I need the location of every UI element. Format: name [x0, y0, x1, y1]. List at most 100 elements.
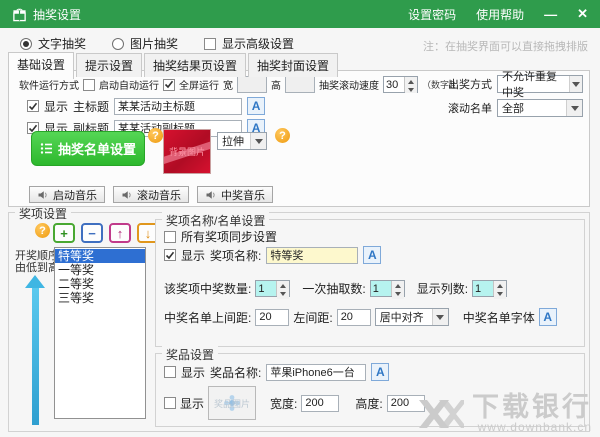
- draw-mode-select[interactable]: 不允许重复中奖: [497, 75, 583, 93]
- goods-height-input[interactable]: [387, 395, 425, 412]
- left-gap-label: 左间距:: [293, 309, 332, 326]
- left-gap-input[interactable]: [337, 309, 371, 326]
- spinner-down-icon[interactable]: [277, 290, 289, 299]
- minimize-icon[interactable]: —: [544, 7, 557, 22]
- scroll-speed-stepper[interactable]: 30: [383, 76, 418, 93]
- main-title-font-button[interactable]: A: [247, 97, 265, 115]
- close-icon[interactable]: ✕: [577, 6, 588, 22]
- spinner-up-icon[interactable]: [405, 77, 417, 86]
- image-mode-label: 图片抽奖: [130, 35, 178, 52]
- tab-basic[interactable]: 基础设置: [8, 52, 74, 79]
- show-label: 显示: [180, 395, 204, 412]
- stretch-mode-select[interactable]: 拉伸: [217, 132, 267, 150]
- lottery-settings-window: 抽奖设置 设置密码 使用帮助 — ✕ 文字抽奖 图片抽奖 显示高级设置 注：在抽…: [0, 0, 600, 437]
- show-prize-name-checkbox[interactable]: [164, 249, 176, 261]
- remove-prize-button[interactable]: −: [81, 223, 103, 243]
- spinner-up-icon[interactable]: [277, 281, 289, 290]
- draw-order-hint: 开奖顺序 由低到高: [15, 250, 59, 274]
- spinner-down-icon[interactable]: [405, 86, 417, 93]
- drag-hint-note: 注：在抽奖界面可以直接拖拽排版: [423, 38, 588, 54]
- chevron-down-icon: [432, 309, 448, 325]
- prize-list-toolbar: + − ↑ ↓: [53, 223, 159, 243]
- sync-all-checkbox[interactable]: [164, 231, 176, 243]
- text-mode-radio[interactable]: [20, 38, 32, 50]
- tab-result[interactable]: 抽奖结果页设置: [144, 53, 246, 77]
- win-music-label: 中奖音乐: [221, 187, 265, 203]
- align-select[interactable]: 居中对齐: [375, 308, 449, 326]
- run-options-row: 软件运行方式 启动自动运行 全屏运行 宽 高 抽奖滚动速度 30 （数字越小速度…: [19, 76, 455, 93]
- titlebar: 抽奖设置 设置密码 使用帮助 — ✕: [0, 0, 600, 28]
- settings-tabs: 基础设置 提示设置 抽奖结果页设置 抽奖封面设置: [8, 52, 340, 77]
- top-gap-input[interactable]: [255, 309, 289, 326]
- columns-label: 显示列数:: [417, 280, 468, 297]
- roll-music-button[interactable]: 滚动音乐: [113, 186, 189, 203]
- list-item[interactable]: 一等奖: [55, 263, 145, 277]
- prize-settings-title: 奖项设置: [15, 205, 71, 222]
- show-label: 显示: [181, 364, 205, 381]
- columns-stepper[interactable]: 1: [472, 280, 507, 297]
- show-goods-name-checkbox[interactable]: [164, 366, 176, 378]
- spinner-up-icon[interactable]: [494, 281, 506, 290]
- goods-image-label: 奖品图片: [214, 397, 250, 410]
- win-music-button[interactable]: 中奖音乐: [197, 186, 273, 203]
- roll-music-label: 滚动音乐: [137, 187, 181, 203]
- help-icon[interactable]: [275, 128, 290, 143]
- tab-tips[interactable]: 提示设置: [76, 53, 142, 77]
- goods-name-input[interactable]: [266, 364, 366, 381]
- chevron-down-icon: [566, 100, 582, 116]
- goods-name-font-button[interactable]: A: [371, 363, 389, 381]
- tab-cover[interactable]: 抽奖封面设置: [248, 53, 338, 77]
- screen-width-input[interactable]: [237, 76, 267, 93]
- main-title-row: 显示 主标题 A: [27, 97, 265, 115]
- add-prize-button[interactable]: +: [53, 223, 75, 243]
- image-mode-radio[interactable]: [112, 38, 124, 50]
- list-item[interactable]: 特等奖: [55, 249, 145, 263]
- run-mode-label: 软件运行方式: [19, 77, 79, 92]
- order-up-arrow-icon: [25, 275, 45, 425]
- goods-image-thumbnail[interactable]: 奖品图片: [208, 386, 256, 420]
- win-count-stepper[interactable]: 1: [255, 280, 290, 297]
- spinner-down-icon[interactable]: [494, 290, 506, 299]
- start-music-button[interactable]: 启动音乐: [29, 186, 105, 203]
- goods-settings-group: 奖品设置 显示 奖品名称: A 显示 奖品图片 宽度: 高度:: [155, 353, 585, 427]
- per-draw-value: 1: [371, 281, 391, 296]
- main-title-checkbox[interactable]: [27, 100, 39, 112]
- basic-settings-panel: 软件运行方式 启动自动运行 全屏运行 宽 高 抽奖滚动速度 30 （数字越小速度…: [8, 70, 590, 207]
- show-label: 显示: [181, 247, 205, 264]
- lottery-name-list-button[interactable]: 抽奖名单设置: [31, 131, 145, 166]
- draw-options-column: 出奖方式 不允许重复中奖 滚动名单 全部: [448, 75, 583, 117]
- chevron-down-icon: [569, 76, 582, 92]
- prize-name-font-button[interactable]: A: [363, 246, 381, 264]
- move-up-button[interactable]: ↑: [109, 223, 131, 243]
- prize-name-group-title: 奖项名称/名单设置: [162, 212, 269, 229]
- autorun-checkbox[interactable]: [83, 79, 95, 91]
- per-draw-label: 一次抽取数:: [302, 280, 365, 297]
- help-button[interactable]: 使用帮助: [476, 6, 524, 23]
- set-password-button[interactable]: 设置密码: [408, 6, 456, 23]
- per-draw-stepper[interactable]: 1: [370, 280, 405, 297]
- main-title-input[interactable]: [114, 98, 242, 115]
- roll-list-select[interactable]: 全部: [497, 99, 583, 117]
- spinner-up-icon[interactable]: [392, 281, 404, 290]
- fullscreen-checkbox[interactable]: [163, 79, 175, 91]
- chevron-down-icon: [250, 133, 266, 149]
- align-value: 居中对齐: [380, 309, 424, 325]
- list-item[interactable]: 三等奖: [55, 291, 145, 305]
- advanced-settings-checkbox[interactable]: [204, 38, 216, 50]
- prize-name-input[interactable]: [266, 247, 358, 264]
- prize-list[interactable]: 特等奖 一等奖 二等奖 三等奖: [54, 247, 146, 419]
- help-icon[interactable]: [35, 223, 50, 238]
- screen-height-input[interactable]: [285, 76, 315, 93]
- winner-font-button[interactable]: A: [539, 308, 557, 326]
- list-item[interactable]: 二等奖: [55, 277, 145, 291]
- goods-width-input[interactable]: [301, 395, 339, 412]
- speaker-icon: [37, 189, 49, 201]
- width-label: 宽: [223, 77, 233, 92]
- help-icon[interactable]: [148, 128, 163, 143]
- spinner-down-icon[interactable]: [392, 290, 404, 299]
- prize-name-label: 奖项名称:: [210, 247, 261, 264]
- show-goods-image-checkbox[interactable]: [164, 397, 176, 409]
- show-label: 显示: [44, 98, 68, 115]
- top-gap-label: 中奖名单上间距:: [164, 309, 251, 326]
- background-image-thumbnail[interactable]: 背景图片: [163, 129, 211, 174]
